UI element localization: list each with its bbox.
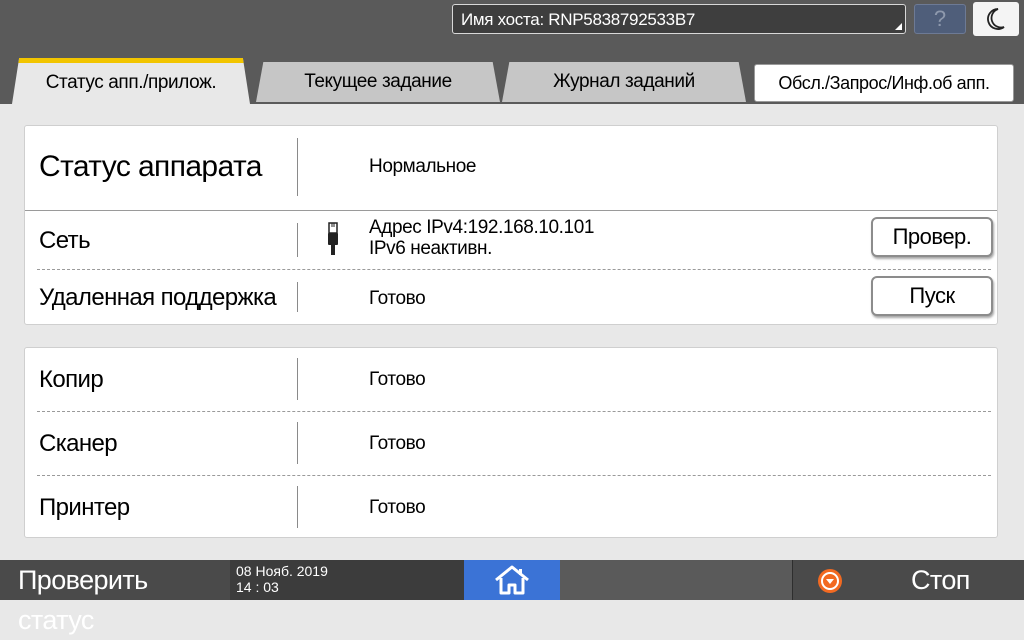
separator — [297, 282, 298, 312]
printer-row: Принтер Готово — [25, 476, 997, 538]
start-button[interactable]: Пуск — [871, 276, 993, 316]
network-ipv4: Адрес IPv4:192.168.10.101 — [369, 217, 595, 238]
separator — [297, 358, 298, 400]
machine-status-value: Нормальное — [369, 156, 477, 177]
machine-status-label: Статус аппарата — [39, 150, 262, 183]
date-time: 08 Нояб. 2019 14 : 03 — [230, 560, 464, 600]
copier-row: Копир Готово — [25, 348, 997, 411]
machine-status-row: Статус аппарата Нормальное — [25, 126, 997, 210]
check-button[interactable]: Провер. — [871, 217, 993, 257]
stop-icon — [818, 569, 842, 593]
hostname-box[interactable]: Имя хоста: RNP5838792533B7 — [452, 4, 906, 34]
scanner-row: Сканер Готово — [25, 412, 997, 475]
copier-value: Готово — [369, 369, 426, 390]
copier-label: Копир — [39, 366, 104, 393]
bottom-bar: Проверить статус 08 Нояб. 2019 14 : 03 С… — [0, 560, 1024, 635]
printer-label: Принтер — [39, 494, 130, 521]
ethernet-cable-icon — [328, 222, 338, 255]
tab-status[interactable]: Статус апп./прилож. — [12, 58, 250, 104]
separator — [297, 223, 298, 257]
hostname-text: Имя хоста: RNP5838792533B7 — [461, 10, 696, 29]
tab-job-history[interactable]: Журнал заданий — [502, 62, 746, 102]
stop-button[interactable]: Стоп — [792, 560, 1024, 600]
moon-icon — [987, 8, 1005, 30]
scanner-value: Готово — [369, 433, 426, 454]
network-ipv6: IPv6 неактивн. — [369, 238, 493, 259]
network-row: Сеть Адрес IPv4:192.168.10.101 IPv6 неак… — [25, 211, 997, 269]
top-bar: Имя хоста: RNP5838792533B7 ? — [0, 0, 1024, 40]
separator — [297, 422, 298, 464]
scanner-label: Сканер — [39, 430, 118, 457]
check-status-button[interactable]: Проверить статус — [0, 560, 230, 635]
stop-label: Стоп — [911, 565, 970, 595]
time-text: 14 : 03 — [236, 579, 279, 595]
separator — [297, 138, 298, 196]
remote-support-label: Удаленная поддержка — [39, 284, 277, 311]
functions-panel: Копир Готово Сканер Готово Принтер Готов… — [24, 347, 998, 538]
help-button[interactable]: ? — [914, 4, 966, 34]
network-label: Сеть — [39, 227, 91, 254]
home-icon — [495, 565, 529, 595]
remote-support-value: Готово — [369, 288, 426, 309]
home-button[interactable] — [464, 560, 560, 600]
tab-current-job[interactable]: Текущее задание — [256, 62, 500, 102]
date-text: 08 Нояб. 2019 — [236, 563, 328, 579]
resize-corner-icon — [895, 23, 902, 30]
separator — [297, 486, 298, 528]
energy-saver-button[interactable] — [973, 2, 1019, 36]
printer-value: Готово — [369, 497, 426, 518]
tab-maintenance-info[interactable]: Обсл./Запрос/Инф.об апп. — [754, 64, 1014, 102]
remote-support-row: Удаленная поддержка Готово Пуск — [25, 270, 997, 324]
machine-status-panel: Статус аппарата Нормальное Сеть Адрес IP… — [24, 125, 998, 325]
